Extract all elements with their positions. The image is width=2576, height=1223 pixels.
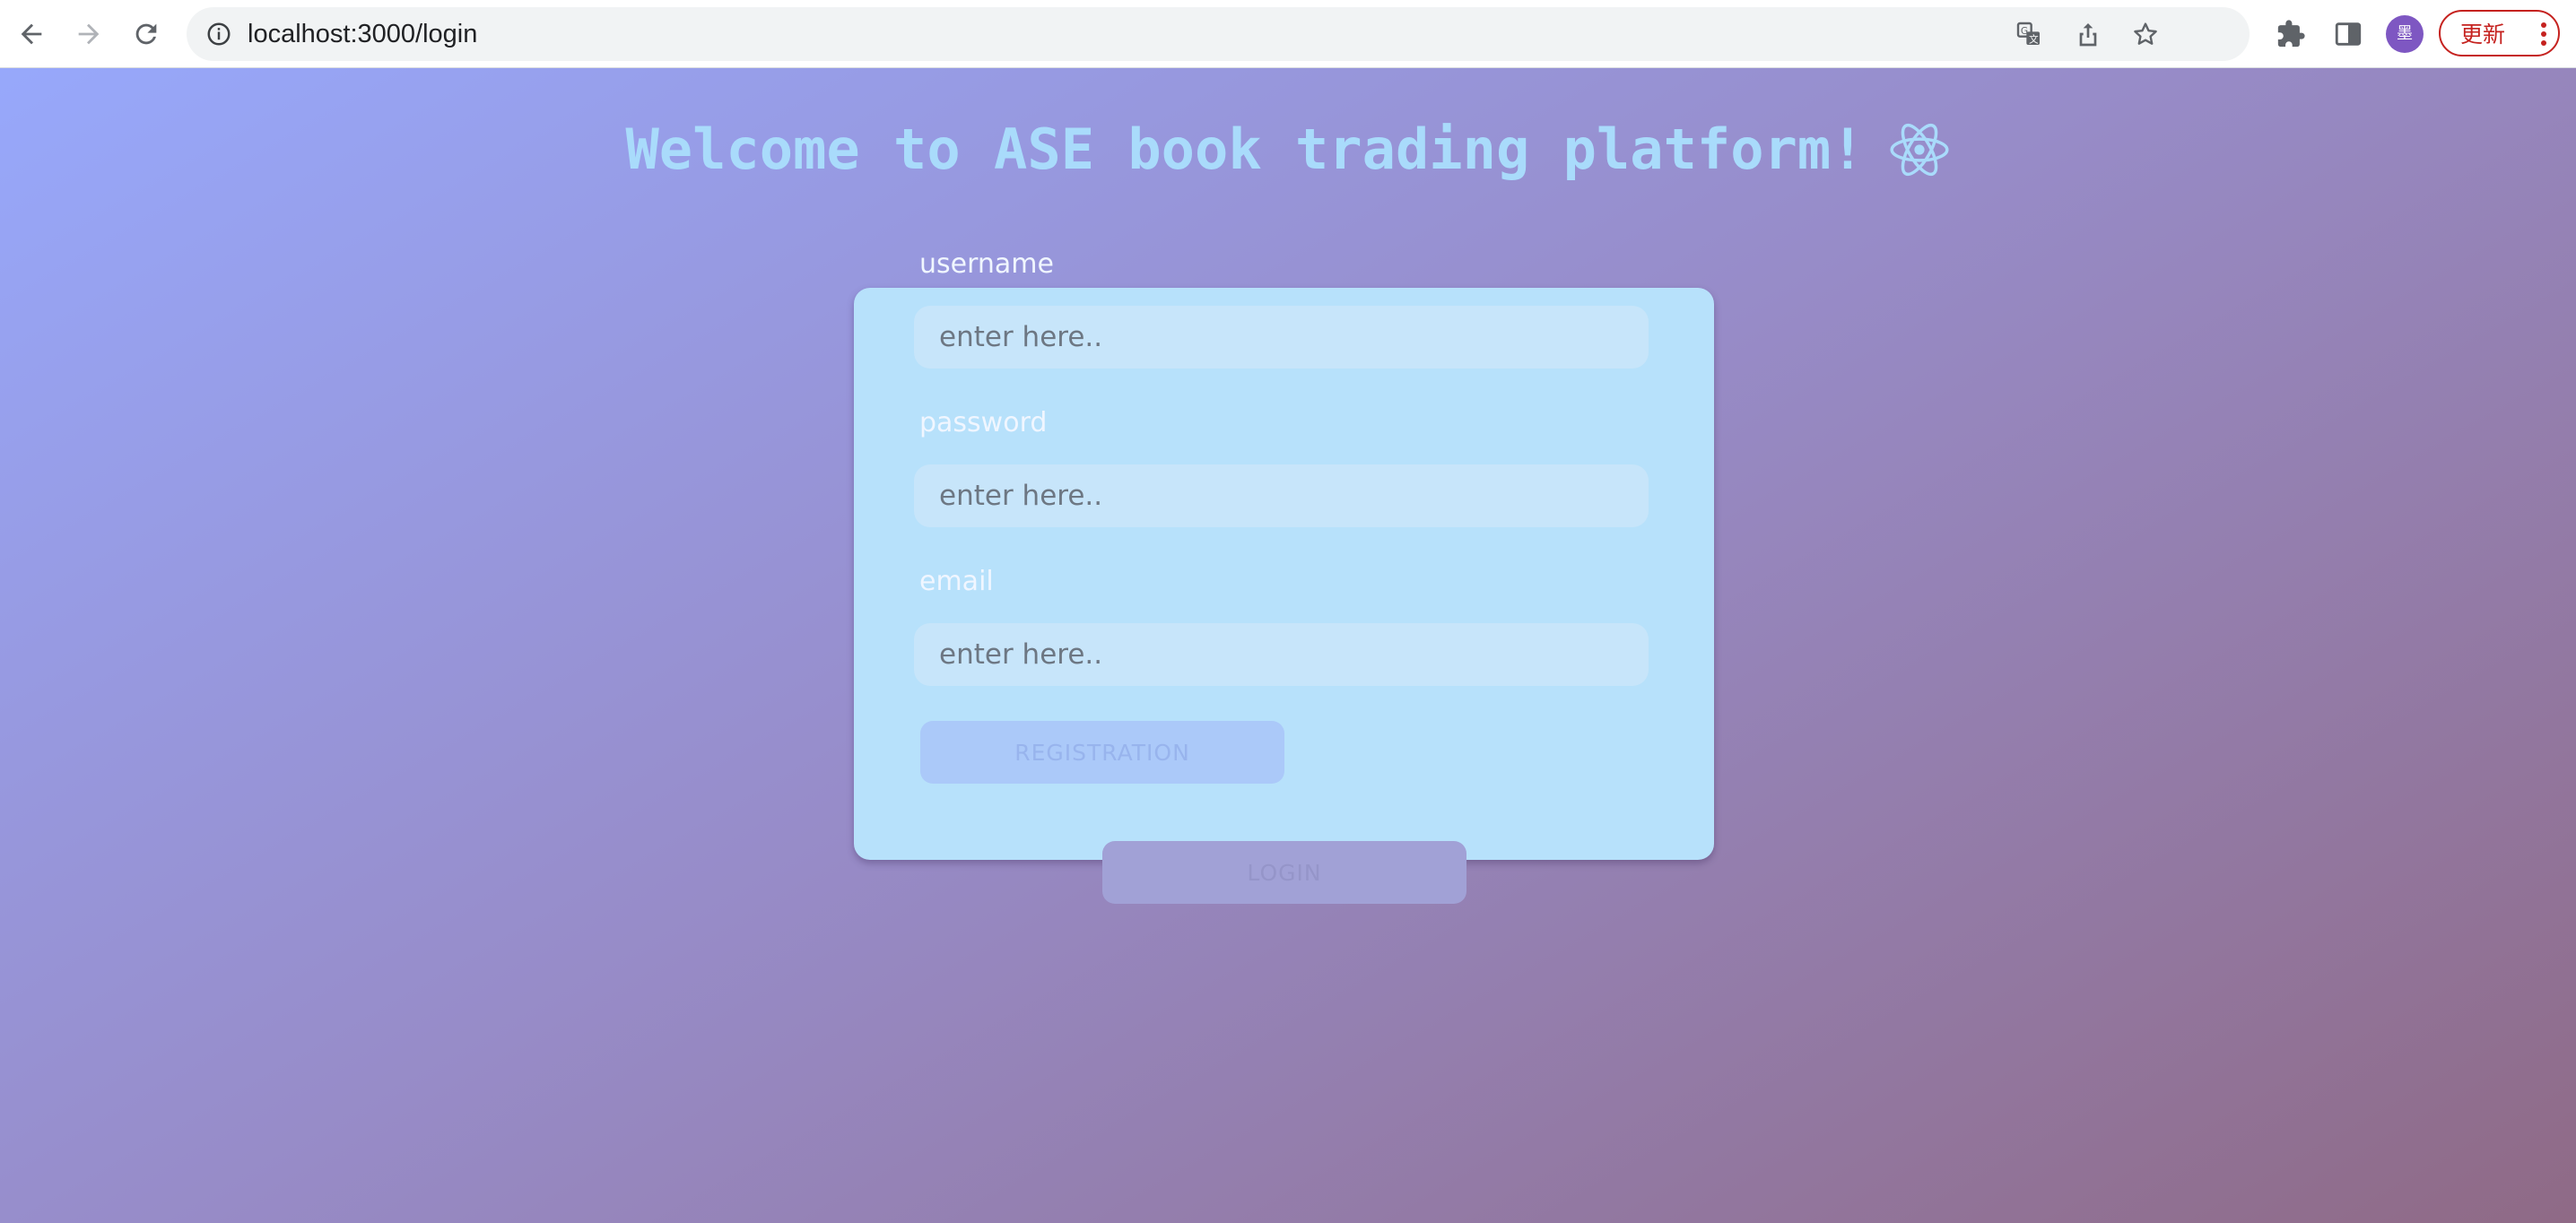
info-icon[interactable] bbox=[203, 18, 235, 50]
react-atom-icon bbox=[1889, 123, 1949, 176]
username-label: username bbox=[919, 248, 1054, 280]
browser-toolbar: localhost:3000/login G 文 墨 更新 bbox=[0, 0, 2576, 68]
page-title: Welcome to ASE book trading platform! bbox=[625, 117, 1865, 182]
update-button[interactable]: 更新 bbox=[2439, 10, 2560, 56]
puzzle-icon[interactable] bbox=[2273, 16, 2309, 52]
address-bar[interactable]: localhost:3000/login G 文 bbox=[187, 7, 2250, 61]
email-input[interactable] bbox=[914, 623, 1649, 686]
reload-button[interactable] bbox=[125, 13, 168, 56]
side-panel-icon[interactable] bbox=[2330, 16, 2366, 52]
url-text[interactable]: localhost:3000/login bbox=[248, 7, 477, 61]
translate-icon[interactable]: G 文 bbox=[2013, 18, 2045, 50]
password-label: password bbox=[919, 407, 1048, 438]
share-icon[interactable] bbox=[2072, 18, 2104, 50]
reload-icon bbox=[135, 23, 157, 45]
page-title-container: Welcome to ASE book trading platform! bbox=[0, 117, 2576, 182]
update-label: 更新 bbox=[2460, 22, 2506, 48]
email-label: email bbox=[919, 566, 994, 597]
forward-arrow-icon bbox=[78, 23, 100, 45]
registration-button[interactable]: REGISTRATION bbox=[920, 721, 1284, 784]
back-arrow-icon bbox=[21, 23, 42, 45]
profile-avatar[interactable]: 墨 bbox=[2386, 15, 2424, 53]
star-icon[interactable] bbox=[2129, 18, 2162, 50]
back-button[interactable] bbox=[10, 13, 53, 56]
password-input[interactable] bbox=[914, 464, 1649, 527]
forward-button[interactable] bbox=[67, 13, 110, 56]
login-button[interactable]: LOGIN bbox=[1102, 841, 1466, 904]
more-menu-icon bbox=[2541, 22, 2546, 46]
svg-text:文: 文 bbox=[2029, 33, 2039, 45]
username-input[interactable] bbox=[914, 306, 1649, 369]
